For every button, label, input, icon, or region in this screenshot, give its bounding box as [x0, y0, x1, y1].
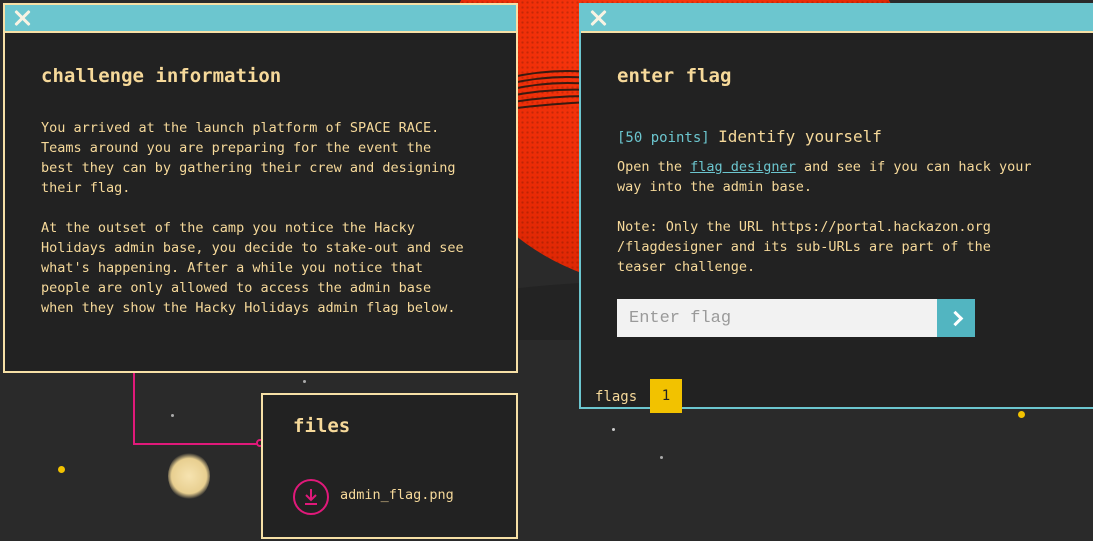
flag-designer-link[interactable]: flag designer — [690, 159, 796, 175]
close-icon[interactable] — [587, 7, 609, 29]
connector-line — [133, 372, 135, 444]
description-text: Open the — [617, 159, 691, 175]
challenge-header: [50 points] Identify yourself — [617, 127, 882, 146]
enter-flag-title: enter flag — [617, 65, 732, 87]
star — [1018, 411, 1025, 418]
flag-input[interactable] — [617, 299, 937, 337]
dust-cloud — [168, 452, 210, 500]
flags-tab-count[interactable]: 1 — [650, 379, 682, 413]
challenge-story: At the outset of the camp you notice the… — [41, 220, 464, 316]
star — [58, 466, 65, 473]
enter-flag-panel: enter flag [50 points] Identify yourself… — [579, 3, 1093, 413]
connector-line — [133, 443, 259, 445]
challenge-name: Identify yourself — [718, 127, 882, 146]
chevron-right-icon — [947, 310, 964, 327]
panel-title-bar — [581, 5, 1093, 33]
files-panel: files admin_flag.png — [261, 393, 518, 539]
scope-note: Note: Only the URL https://portal.hackaz… — [617, 219, 991, 275]
files-title: files — [293, 415, 351, 437]
challenge-description: You arrived at the launch platform of SP… — [41, 120, 456, 196]
download-icon[interactable] — [293, 479, 329, 515]
flag-description: Open the flag designer and see if you ca… — [617, 157, 1032, 197]
submit-flag-button[interactable] — [937, 299, 975, 337]
file-link-admin-flag[interactable]: admin_flag.png — [340, 485, 454, 505]
star — [303, 380, 306, 383]
challenge-info-title: challenge information — [41, 65, 282, 87]
close-icon[interactable] — [11, 7, 33, 29]
star — [171, 414, 174, 417]
challenge-info-panel: challenge information You arrived at the… — [3, 3, 518, 373]
star — [660, 456, 663, 459]
panel-title-bar — [5, 5, 516, 33]
points-label: [50 points] — [617, 130, 710, 146]
star — [612, 428, 615, 431]
flags-tab-label[interactable]: flags — [595, 389, 637, 405]
